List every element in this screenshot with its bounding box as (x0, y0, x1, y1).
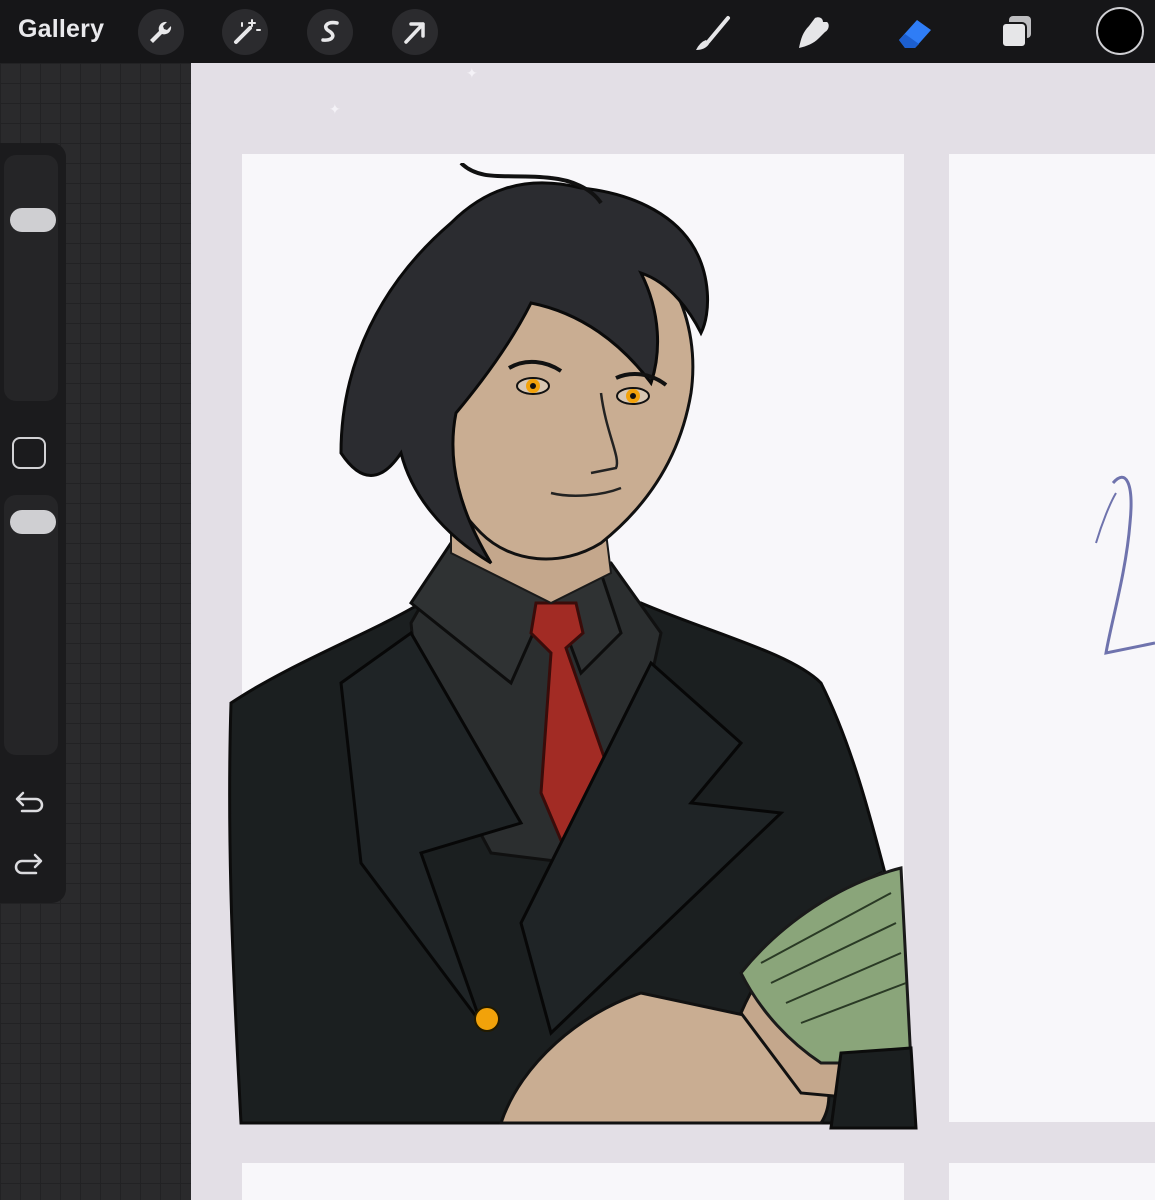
pen-sketch-mark (1095, 475, 1155, 655)
sparkle-mark: ✦ (466, 65, 478, 81)
brush-icon[interactable] (688, 8, 736, 56)
brush-size-slider[interactable] (4, 155, 58, 401)
square-icon[interactable] (12, 437, 46, 469)
top-toolbar: Gallery (0, 0, 1155, 63)
smudge-icon[interactable] (789, 8, 837, 56)
brush-opacity-handle[interactable] (10, 510, 56, 535)
color-picker-swatch[interactable] (1098, 9, 1142, 53)
undo-arrow-icon[interactable] (10, 787, 48, 819)
gallery-button[interactable]: Gallery (18, 15, 104, 44)
brush-size-handle[interactable] (10, 208, 56, 233)
wrench-icon[interactable] (138, 9, 184, 55)
artboard-bottom-right[interactable] (949, 1163, 1155, 1200)
selection-s-icon[interactable] (307, 9, 353, 55)
artboard-bottom-left[interactable] (242, 1163, 904, 1200)
redo-arrow-icon[interactable] (10, 849, 48, 881)
drawing-canvas[interactable]: ✦ ✦ (191, 63, 1155, 1200)
layers-icon[interactable] (993, 8, 1041, 56)
eraser-icon[interactable] (891, 8, 939, 56)
left-sidebar (0, 143, 66, 903)
brush-opacity-slider[interactable] (4, 495, 58, 755)
arrow-cursor-icon[interactable] (392, 9, 438, 55)
artwork-illustration (228, 163, 918, 1130)
sparkle-mark: ✦ (329, 101, 341, 117)
magic-wand-icon[interactable] (222, 9, 268, 55)
